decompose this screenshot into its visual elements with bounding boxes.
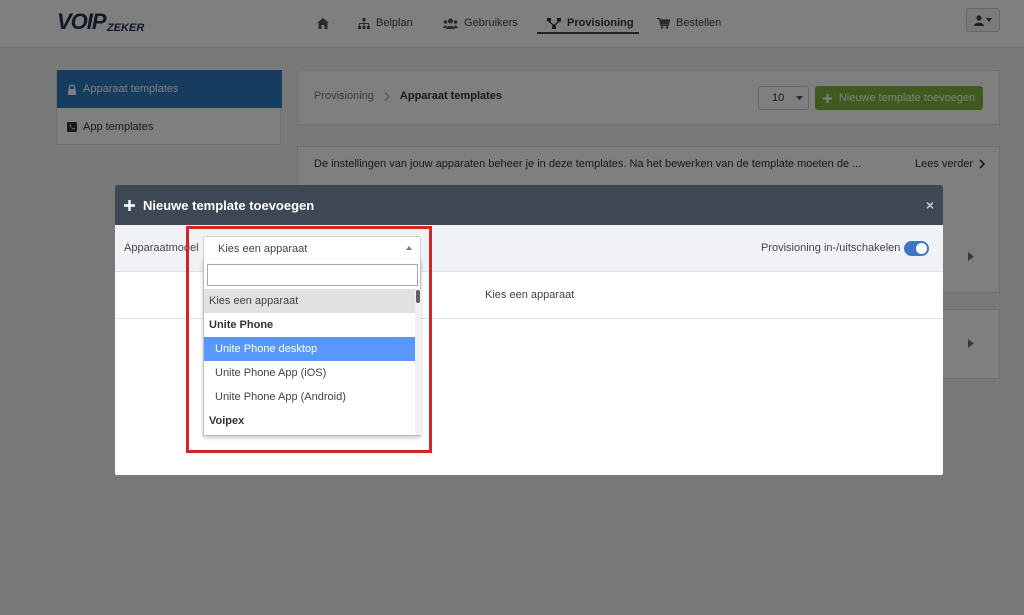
modal-close-button[interactable]: ×: [926, 197, 934, 213]
row-expand-icon[interactable]: [968, 252, 974, 261]
toggle-knob: [916, 243, 927, 254]
provisioning-toggle-label: Provisioning in-/uitschakelen: [761, 242, 901, 254]
plus-icon: [124, 199, 135, 211]
row-expand-icon[interactable]: [968, 339, 974, 348]
device-placeholder-text: Kies een apparaat: [485, 289, 575, 301]
provisioning-toggle[interactable]: [904, 241, 929, 256]
modal-title: Nieuwe template toevoegen: [143, 197, 315, 213]
modal-header: Nieuwe template toevoegen ×: [115, 185, 943, 225]
highlight-annotation: [186, 226, 432, 453]
